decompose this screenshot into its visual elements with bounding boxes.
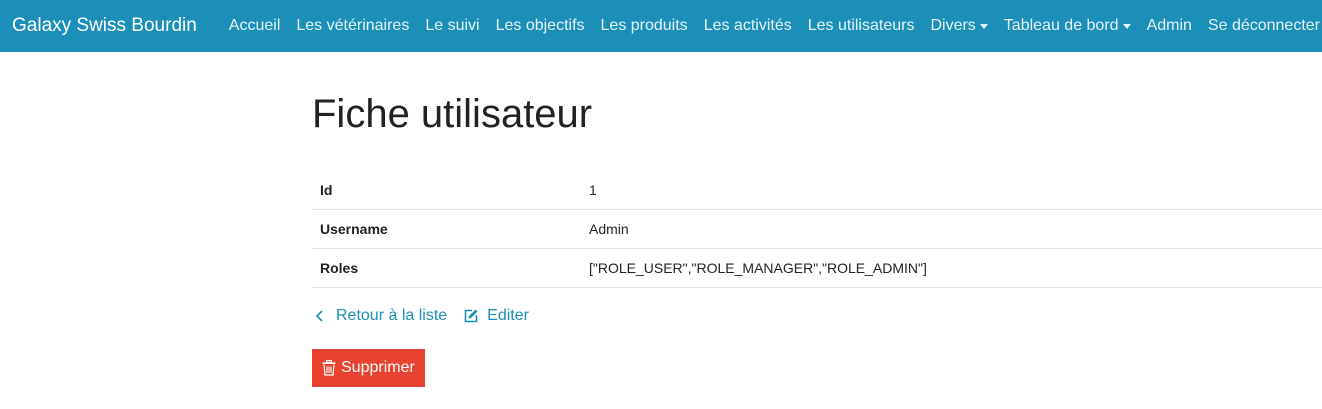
- nav-item-label: Les produits: [600, 17, 688, 34]
- nav-dropdown-divers[interactable]: Divers: [922, 17, 995, 35]
- field-label-id: Id: [312, 171, 581, 210]
- delete-button[interactable]: Supprimer: [312, 349, 425, 387]
- nav-item-objectifs[interactable]: Les objectifs: [488, 17, 593, 35]
- nav-item-deconnecter[interactable]: Se déconnecter: [1200, 17, 1322, 35]
- nav-item-label: Les utilisateurs: [807, 17, 915, 34]
- field-value-roles: ["ROLE_USER","ROLE_MANAGER","ROLE_ADMIN"…: [581, 248, 1322, 288]
- nav-item-label: Se déconnecter: [1207, 17, 1320, 34]
- brand-link[interactable]: Galaxy Swiss Bourdin: [12, 15, 197, 37]
- table-row: Username Admin: [312, 209, 1322, 249]
- field-label-username: Username: [312, 209, 581, 249]
- edit-link[interactable]: Editer: [463, 307, 529, 325]
- main-content: Fiche utilisateur Id 1 Username Admin Ro…: [312, 52, 1322, 387]
- nav-item-suivi[interactable]: Le suivi: [417, 17, 487, 35]
- field-label-roles: Roles: [312, 248, 581, 288]
- nav-item-accueil[interactable]: Accueil: [221, 17, 289, 35]
- nav-item-produits[interactable]: Les produits: [593, 17, 696, 35]
- nav-item-label: Admin: [1146, 17, 1192, 34]
- nav-item-label: Les activités: [703, 17, 792, 34]
- nav-item-admin[interactable]: Admin: [1139, 17, 1200, 35]
- nav-item-label: Accueil: [228, 17, 281, 34]
- chevron-left-icon: [312, 308, 328, 324]
- field-value-username: Admin: [581, 209, 1322, 249]
- nav-item-label: Le suivi: [425, 17, 480, 34]
- top-navbar: Galaxy Swiss Bourdin Accueil Les vétérin…: [0, 0, 1322, 52]
- nav-dropdown-tableau-de-bord[interactable]: Tableau de bord: [996, 17, 1139, 35]
- nav-item-utilisateurs[interactable]: Les utilisateurs: [800, 17, 923, 35]
- field-value-id: 1: [581, 171, 1322, 210]
- caret-down-icon: [979, 23, 988, 29]
- back-to-list-label: Retour à la liste: [336, 307, 448, 324]
- nav-item-label: Les vétérinaires: [296, 17, 410, 34]
- page-title: Fiche utilisateur: [312, 92, 593, 136]
- trash-icon: [322, 360, 336, 376]
- nav-item-label: Les objectifs: [495, 17, 585, 34]
- delete-label: Supprimer: [341, 359, 415, 376]
- nav-item-activites[interactable]: Les activités: [696, 17, 800, 35]
- back-to-list-link[interactable]: Retour à la liste: [312, 307, 447, 325]
- edit-icon: [463, 308, 479, 324]
- action-links: Retour à la liste Editer: [312, 307, 1322, 325]
- table-row: Roles ["ROLE_USER","ROLE_MANAGER","ROLE_…: [312, 248, 1322, 288]
- edit-label: Editer: [487, 307, 529, 324]
- nav-menu: Accueil Les vétérinaires Le suivi Les ob…: [221, 17, 1322, 35]
- nav-item-label: Divers: [930, 17, 976, 34]
- caret-down-icon: [1122, 23, 1131, 29]
- table-row: Id 1: [312, 171, 1322, 210]
- nav-item-label: Tableau de bord: [1003, 17, 1119, 34]
- nav-item-veterinaires[interactable]: Les vétérinaires: [288, 17, 417, 35]
- user-details-table: Id 1 Username Admin Roles ["ROLE_USER","…: [312, 171, 1322, 288]
